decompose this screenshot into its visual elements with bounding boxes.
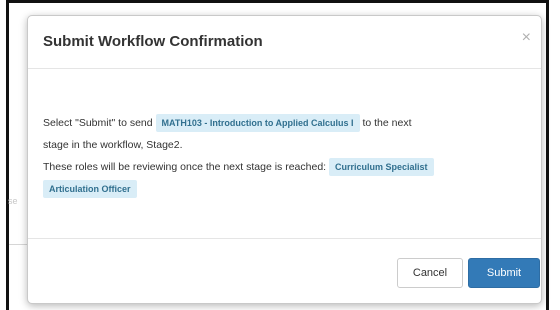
backdrop-fragment: se	[8, 196, 18, 206]
modal-body: Select "Submit" to send MATH103 - Introd…	[43, 112, 533, 200]
submit-button[interactable]: Submit	[468, 258, 540, 288]
close-icon[interactable]: ×	[522, 30, 531, 46]
role-chip-curriculum-specialist: Curriculum Specialist	[329, 158, 434, 176]
window-border-right	[546, 0, 549, 310]
modal-title: Submit Workflow Confirmation	[43, 33, 263, 50]
reviewers-line-1: These roles will be reviewing once the n…	[43, 156, 533, 178]
reviewers-prefix: These roles will be reviewing once the n…	[43, 161, 327, 173]
submit-instruction-line-2: stage in the workflow, Stage2.	[43, 139, 183, 151]
submit-workflow-modal: Submit Workflow Confirmation × Select "S…	[27, 15, 542, 304]
modal-footer: Cancel Submit	[28, 238, 541, 304]
instruction-suffix: to the next	[362, 117, 412, 129]
submit-instruction-line-1: Select "Submit" to send MATH103 - Introd…	[43, 112, 533, 134]
cancel-button[interactable]: Cancel	[397, 258, 463, 288]
role-chip-articulation-officer: Articulation Officer	[43, 180, 137, 198]
instruction-prefix: Select "Submit" to send	[43, 117, 153, 129]
modal-header: Submit Workflow Confirmation ×	[28, 16, 541, 69]
reviewers-line-2: Articulation Officer	[43, 178, 533, 200]
window-border-top	[6, 0, 549, 3]
window-border-left	[6, 0, 9, 310]
backdrop-divider	[9, 244, 27, 245]
course-chip: MATH103 - Introduction to Applied Calcul…	[155, 114, 360, 132]
